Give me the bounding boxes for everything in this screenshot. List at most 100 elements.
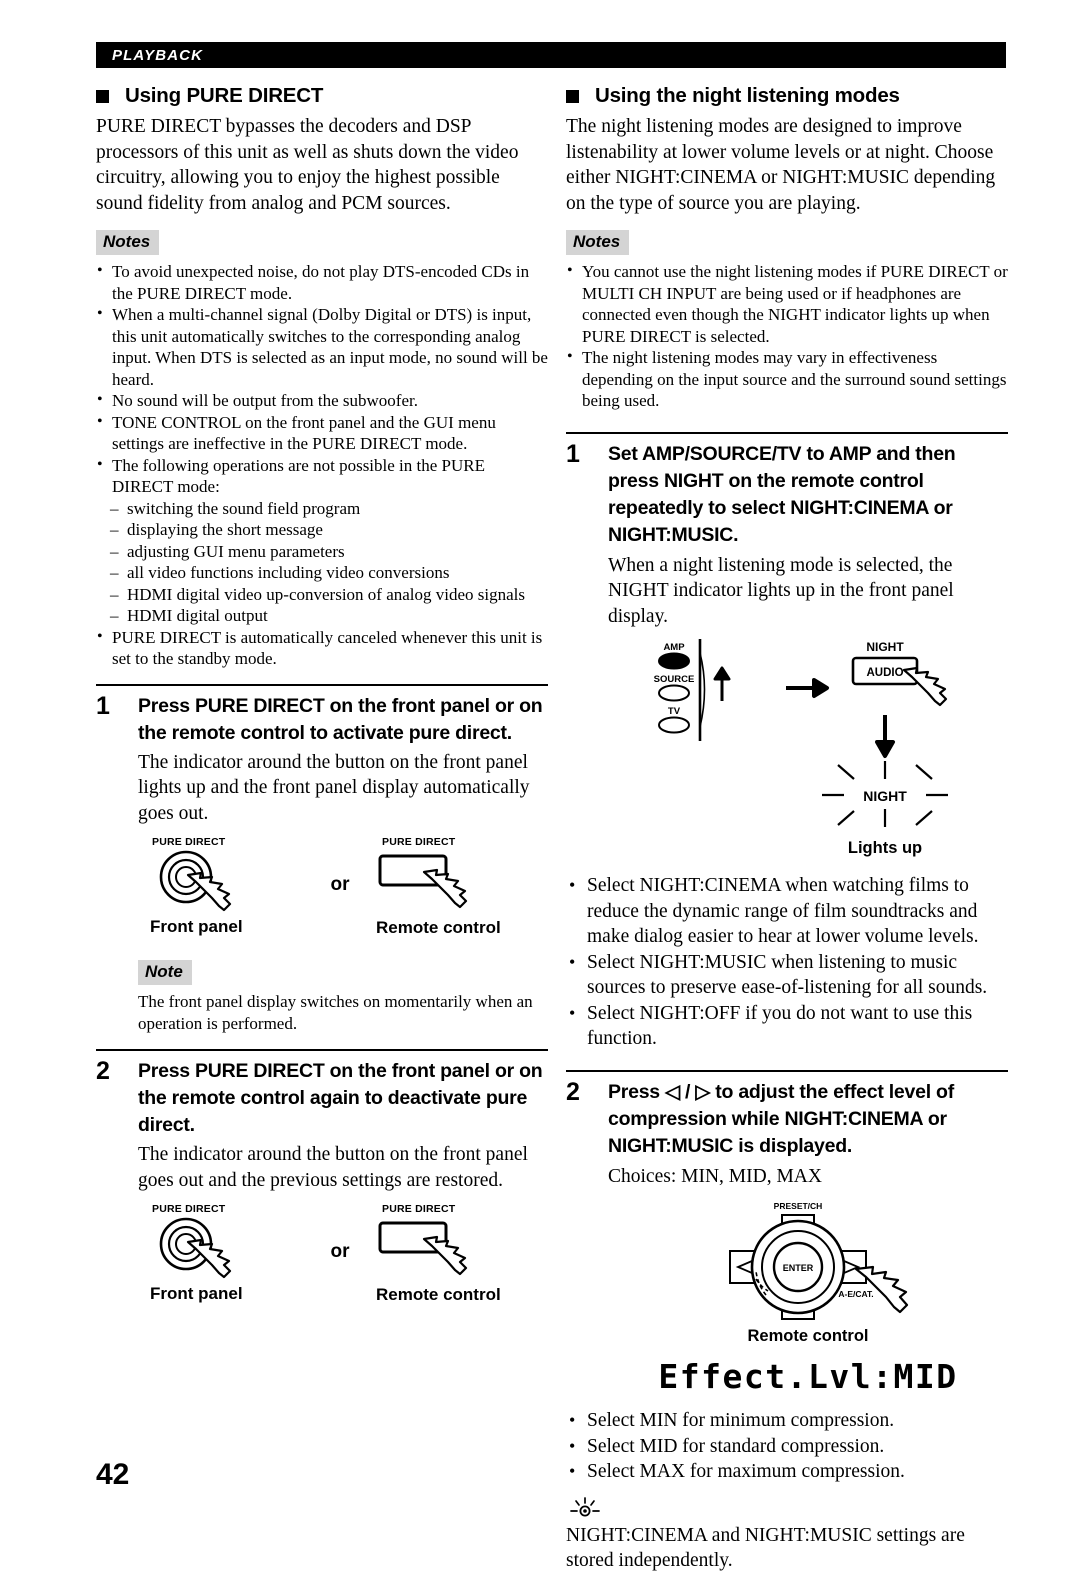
remote-press-icon	[378, 1221, 468, 1276]
manual-page: PLAYBACK Using PURE DIRECT PURE DIRECT b…	[0, 0, 1080, 1571]
list-item: No sound will be output from the subwoof…	[96, 389, 548, 412]
list-item: When a multi-channel signal (Dolby Digit…	[96, 303, 548, 390]
right-column: Using the night listening modes The nigh…	[566, 84, 1008, 1582]
cursor-pad-figure: PRESET/CH ENTER A-E/CAT. Remote control	[608, 1197, 1008, 1347]
step-number: 2	[566, 1077, 580, 1106]
list-item: The following operations are not possibl…	[96, 454, 548, 498]
tip-bulb-icon	[568, 1495, 1008, 1521]
divider	[96, 1049, 548, 1051]
left-note-tag: Note	[138, 960, 192, 985]
remote-illustration-2: PURE DIRECT Remote control	[362, 1203, 548, 1305]
list-item: To avoid unexpected noise, do not play D…	[96, 260, 548, 304]
bullet-square-icon	[566, 89, 579, 103]
running-header-label: PLAYBACK	[112, 46, 204, 64]
front-panel-illustration: PURE DIRECT Front panel	[138, 836, 318, 937]
front-panel-press-icon	[159, 850, 232, 912]
left-column: Using PURE DIRECT PURE DIRECT bypasses t…	[96, 84, 548, 1305]
remote-press-icon	[378, 854, 468, 909]
switch-tv-text: TV	[668, 706, 681, 717]
step-body-text: The indicator around the button on the f…	[138, 751, 530, 824]
step-title-slash: /	[679, 1080, 696, 1103]
front-panel-button-label: PURE DIRECT	[152, 836, 226, 848]
or-label: or	[330, 1241, 350, 1262]
cursor-pad-diagram: PRESET/CH ENTER A-E/CAT. Remote control	[729, 1201, 909, 1345]
right-intro-paragraph: The night listening modes are designed t…	[566, 116, 996, 214]
left-step-2: 2 Press PURE DIRECT on the front panel o…	[96, 1058, 548, 1139]
front-panel-display-readout: Effect.Lvl:MID	[658, 1357, 958, 1396]
effect-level-bullets: Select MIN for minimum compression. Sele…	[566, 1408, 1008, 1485]
list-item: HDMI digital output	[110, 605, 548, 627]
left-step-2-body-wrap: The indicator around the button on the f…	[138, 1142, 548, 1305]
night-mode-diagram: AMP SOURCE TV NIGHT AUDIO NIGHT Lights u…	[654, 639, 948, 857]
list-item: Select MAX for maximum compression.	[566, 1459, 1008, 1485]
right-step-1: 1 Set AMP/SOURCE/TV to AMP and then pres…	[566, 439, 1008, 549]
step-number: 1	[566, 439, 580, 468]
left-notes-list-tail: PURE DIRECT is automatically canceled wh…	[96, 626, 548, 670]
step-body-text: When a night listening mode is selected,…	[608, 554, 954, 627]
left-arrow-icon: ◁	[665, 1080, 680, 1103]
front-panel-press-icon	[159, 1217, 232, 1279]
remote-control-caption: Remote control	[747, 1327, 868, 1345]
tip-text: NIGHT:CINEMA and NIGHT:MUSIC settings ar…	[566, 1524, 965, 1572]
list-item: adjusting GUI menu parameters	[110, 541, 548, 563]
or-separator-1: or	[318, 836, 362, 896]
left-notes-tag: Notes	[96, 230, 160, 255]
night-mode-bullets: Select NIGHT:CINEMA when watching films …	[566, 873, 1008, 1052]
remote-button-label: PURE DIRECT	[382, 1203, 456, 1215]
list-item: Select NIGHT:CINEMA when watching films …	[566, 873, 1008, 950]
step-title: Set AMP/SOURCE/TV to AMP and then press …	[608, 442, 956, 546]
step-title: Press PURE DIRECT on the front panel or …	[138, 1060, 543, 1136]
bullet-square-icon	[96, 89, 109, 103]
list-item: Select MID for standard compression.	[566, 1434, 1008, 1460]
right-section-heading: Using the night listening modes	[566, 84, 1008, 108]
remote-button-label: PURE DIRECT	[382, 836, 456, 848]
left-intro-paragraph: PURE DIRECT bypasses the decoders and DS…	[96, 116, 519, 214]
a-e-cat-label: A-E/CAT.	[838, 1289, 873, 1299]
front-panel-button-label: PURE DIRECT	[152, 1203, 226, 1215]
remote-caption: Remote control	[376, 1285, 501, 1304]
step-title-pre: Press	[608, 1080, 666, 1103]
step-title: Press PURE DIRECT on the front panel or …	[138, 694, 543, 744]
list-item: You cannot use the night listening modes…	[566, 260, 1008, 347]
list-item: Select NIGHT:OFF if you do not want to u…	[566, 1001, 1008, 1052]
right-step-2: 2 Press ◁ / ▷ to adjust the effect level…	[566, 1077, 1008, 1160]
list-item: switching the sound field program	[110, 498, 548, 520]
step-number: 2	[96, 1057, 110, 1085]
divider	[96, 683, 548, 686]
remote-illustration: PURE DIRECT Remote control	[362, 836, 548, 938]
remote-caption: Remote control	[376, 918, 501, 937]
list-item: Select NIGHT:MUSIC when listening to mus…	[566, 950, 1008, 1001]
right-notes-list: You cannot use the night listening modes…	[566, 260, 1008, 412]
step-number: 1	[96, 691, 110, 720]
list-item: all video functions including video conv…	[110, 562, 548, 584]
front-panel-caption: Front panel	[150, 1284, 243, 1303]
left-step-1: 1 Press PURE DIRECT on the front panel o…	[96, 691, 548, 747]
night-indicator-text: NIGHT	[863, 788, 907, 804]
step-body-text: The indicator around the button on the f…	[138, 1144, 528, 1191]
preset-ch-label: PRESET/CH	[774, 1201, 823, 1211]
left-section-heading-text: Using PURE DIRECT	[125, 84, 324, 107]
left-notes-sublist: switching the sound field program displa…	[96, 498, 548, 627]
night-button-caption: NIGHT	[866, 640, 904, 654]
or-label: or	[330, 874, 350, 895]
front-panel-illustration-2: PURE DIRECT Front panel	[138, 1203, 318, 1304]
left-notes-list: To avoid unexpected noise, do not play D…	[96, 260, 548, 498]
switch-source-text: SOURCE	[654, 674, 695, 685]
audio-button-text: AUDIO	[866, 667, 903, 679]
left-section-heading: Using PURE DIRECT	[96, 84, 548, 108]
right-step-1-body-wrap: When a night listening mode is selected,…	[608, 553, 1008, 868]
running-header: PLAYBACK	[96, 42, 1006, 68]
or-separator-2: or	[318, 1203, 362, 1263]
right-notes-tag: Notes	[566, 230, 630, 255]
step-title: Press ◁ / ▷ to adjust the effect level o…	[608, 1079, 1008, 1160]
switch-amp-text: AMP	[663, 642, 685, 653]
divider	[566, 431, 1008, 434]
choices-text: Choices: MIN, MID, MAX	[608, 1165, 822, 1187]
list-item: PURE DIRECT is automatically canceled wh…	[96, 626, 548, 670]
divider	[566, 1069, 1008, 1072]
right-arrow-icon: ▷	[695, 1080, 711, 1103]
enter-label: ENTER	[783, 1263, 814, 1273]
left-note-text: The front panel display switches on mome…	[138, 992, 533, 1033]
front-panel-caption: Front panel	[150, 917, 243, 936]
pure-direct-figure-1: PURE DIRECT Front panel or PURE DIRECT R…	[138, 836, 548, 938]
